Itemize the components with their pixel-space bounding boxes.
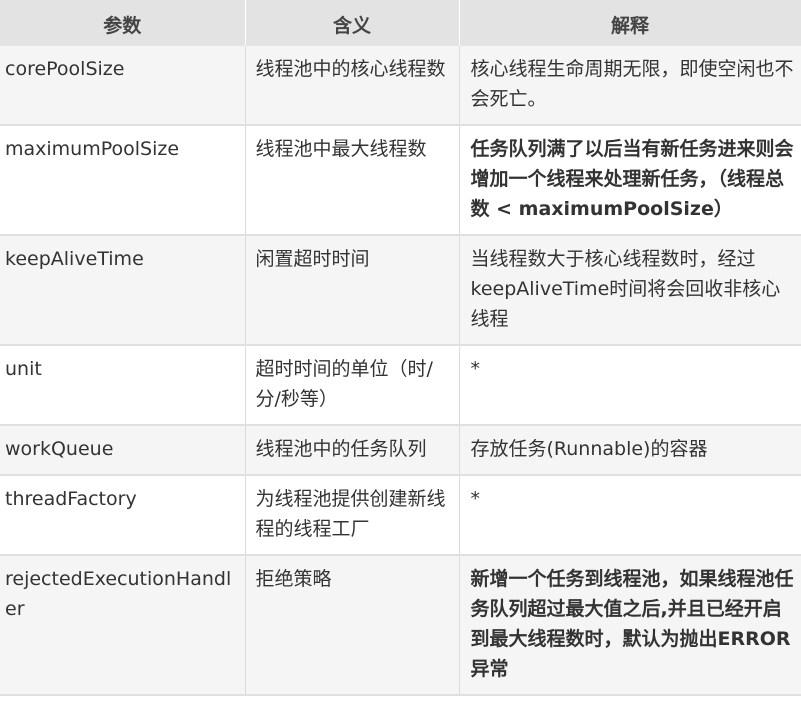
meaning-cell: 线程池中的任务队列 [245,425,460,476]
param-name-cell: unit [0,345,246,426]
table-row: rejectedExecutionHandler 拒绝策略 新增一个任务到线程池… [0,555,801,696]
meaning-cell: 闲置超时时间 [245,235,460,346]
table-row: keepAliveTime 闲置超时时间 当线程数大于核心线程数时，经过keep… [0,235,801,346]
explanation-cell: 当线程数大于核心线程数时，经过keepAliveTime时间将会回收非核心线程 [459,235,801,346]
param-name-cell: rejectedExecutionHandler [0,555,246,696]
explanation-cell: 核心线程生命周期无限，即使空闲也不会死亡。 [459,46,801,126]
meaning-cell: 拒绝策略 [245,555,460,696]
table-body: corePoolSize 线程池中的核心线程数 核心线程生命周期无限，即使空闲也… [0,46,801,696]
explanation-cell: * [459,345,801,426]
explanation-cell: 任务队列满了以后当有新任务进来则会增加一个线程来处理新任务，（线程总数 < ma… [459,125,801,236]
table-row: threadFactory 为线程池提供创建新线程的线程工厂 * [0,475,801,556]
explanation-cell: 新增一个任务到线程池，如果线程池任务队列超过最大值之后,并且已经开启到最大线程数… [459,555,801,696]
param-name-cell: corePoolSize [0,46,246,126]
meaning-cell: 线程池中的核心线程数 [245,46,460,126]
thread-pool-params-table: 参数 含义 解释 corePoolSize 线程池中的核心线程数 核心线程生命周… [0,0,801,696]
header-explanation: 解释 [459,0,801,46]
meaning-cell: 为线程池提供创建新线程的线程工厂 [245,475,460,556]
meaning-cell: 超时时间的单位（时/分/秒等） [245,345,460,426]
param-name-cell: maximumPoolSize [0,125,246,236]
table-row: maximumPoolSize 线程池中最大线程数 任务队列满了以后当有新任务进… [0,125,801,236]
table-row: corePoolSize 线程池中的核心线程数 核心线程生命周期无限，即使空闲也… [0,46,801,126]
param-name-cell: threadFactory [0,475,246,556]
param-name-cell: keepAliveTime [0,235,246,346]
table-header: 参数 含义 解释 [0,0,801,46]
explanation-cell: * [459,475,801,556]
table-row: workQueue 线程池中的任务队列 存放任务(Runnable)的容器 [0,425,801,476]
meaning-cell: 线程池中最大线程数 [245,125,460,236]
explanation-cell: 存放任务(Runnable)的容器 [459,425,801,476]
document-page: 参数 含义 解释 corePoolSize 线程池中的核心线程数 核心线程生命周… [0,0,801,726]
header-meaning: 含义 [245,0,460,46]
header-param: 参数 [0,0,246,46]
param-name-cell: workQueue [0,425,246,476]
table-row: unit 超时时间的单位（时/分/秒等） * [0,345,801,426]
header-row: 参数 含义 解释 [0,0,801,46]
